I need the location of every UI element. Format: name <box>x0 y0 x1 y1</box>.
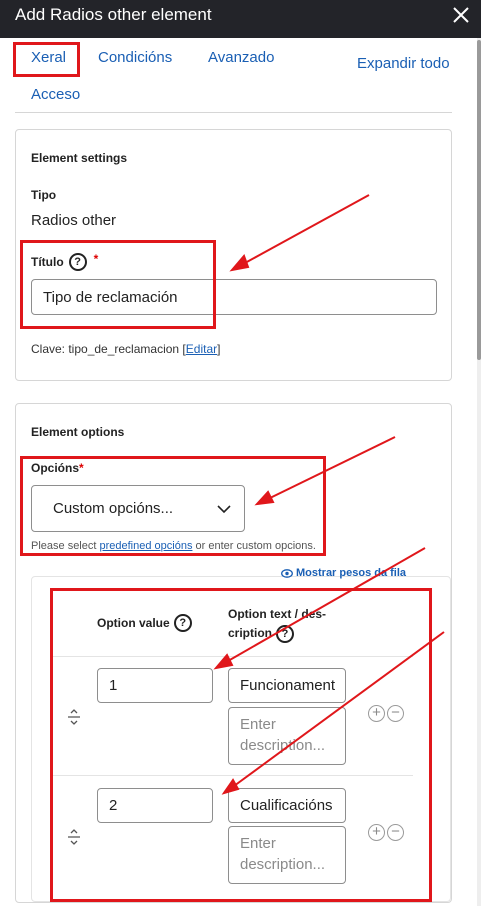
tabs-divider <box>15 112 452 113</box>
edit-clave-link[interactable]: Editar <box>186 342 217 356</box>
clave-text: Clave: tipo_de_reclamacion [ <box>31 342 186 356</box>
tab-avanzado[interactable]: Avanzado <box>208 49 274 66</box>
scrollbar-thumb[interactable] <box>477 40 481 360</box>
tipo-value: Radios other <box>31 212 117 229</box>
tipo-label: Tipo <box>31 188 57 202</box>
clave-line: Clave: tipo_de_reclamacion [Editar] <box>31 342 220 356</box>
show-weights-label: Mostrar pesos da fila <box>296 567 407 579</box>
element-options-heading: Element options <box>31 425 125 439</box>
show-row-weights-link[interactable]: Mostrar pesos da fila <box>281 567 406 579</box>
clave-suffix: ] <box>217 342 221 356</box>
dialog-title: Add Radios other element <box>15 5 212 24</box>
eye-icon <box>281 568 293 578</box>
annotation-box-opcions <box>20 456 326 556</box>
tab-condicions[interactable]: Condicións <box>98 49 172 66</box>
tab-acceso[interactable]: Acceso <box>31 86 80 103</box>
element-settings-heading: Element settings <box>31 151 128 165</box>
annotation-box-titulo <box>20 240 216 329</box>
close-icon[interactable] <box>449 3 473 27</box>
annotation-box-options-table <box>50 588 432 902</box>
dialog-titlebar: Add Radios other element <box>0 0 481 38</box>
expand-all-link[interactable]: Expandir todo <box>357 55 450 72</box>
annotation-box-tab <box>13 42 80 77</box>
